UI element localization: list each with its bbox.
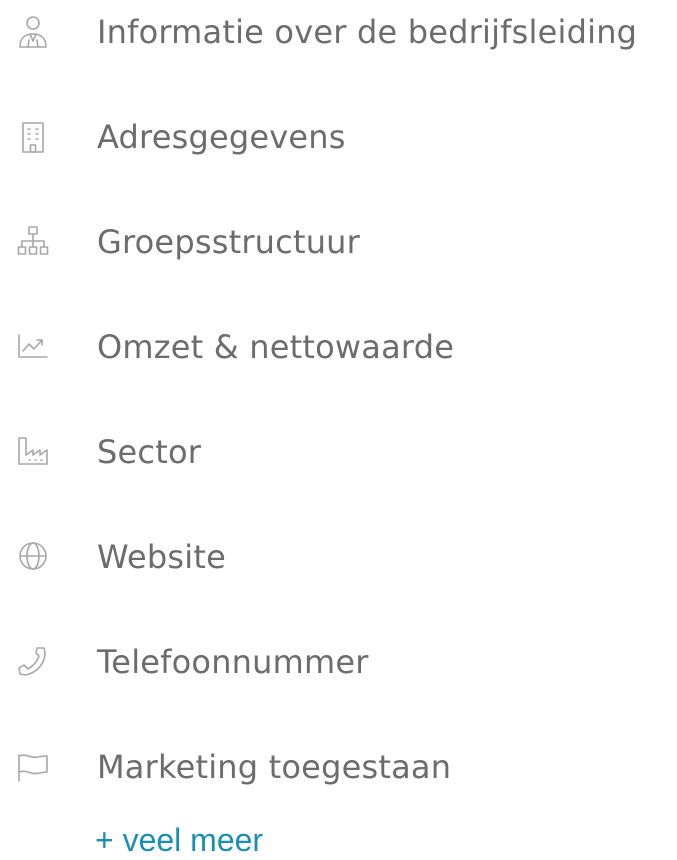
feature-label: Sector — [97, 433, 202, 471]
management-person-icon — [15, 14, 51, 50]
feature-item-sector: Sector — [0, 422, 677, 482]
phone-icon — [15, 644, 51, 680]
feature-item-group-structure: Groepsstructuur — [0, 212, 677, 272]
feature-label: Groepsstructuur — [97, 223, 361, 261]
feature-item-phone: Telefoonnummer — [0, 632, 677, 692]
feature-label: Website — [97, 538, 226, 576]
feature-item-address: Adresgegevens — [0, 107, 677, 167]
factory-icon — [15, 434, 51, 470]
feature-item-website: Website — [0, 527, 677, 587]
feature-label: Telefoonnummer — [97, 643, 369, 681]
trend-chart-icon — [15, 329, 51, 365]
more-features-link[interactable]: + veel meer — [95, 820, 263, 860]
feature-item-marketing: Marketing toegestaan — [0, 737, 677, 797]
feature-label: Omzet & nettowaarde — [97, 328, 455, 366]
org-structure-icon — [15, 224, 51, 260]
feature-item-management: Informatie over de bedrijfsleiding — [0, 2, 677, 62]
feature-label: Informatie over de bedrijfsleiding — [97, 13, 638, 51]
feature-item-revenue: Omzet & nettowaarde — [0, 317, 677, 377]
feature-label: Marketing toegestaan — [97, 748, 452, 786]
building-icon — [15, 119, 51, 155]
feature-label: Adresgegevens — [97, 118, 346, 156]
globe-icon — [15, 539, 51, 575]
flag-icon — [15, 749, 51, 785]
